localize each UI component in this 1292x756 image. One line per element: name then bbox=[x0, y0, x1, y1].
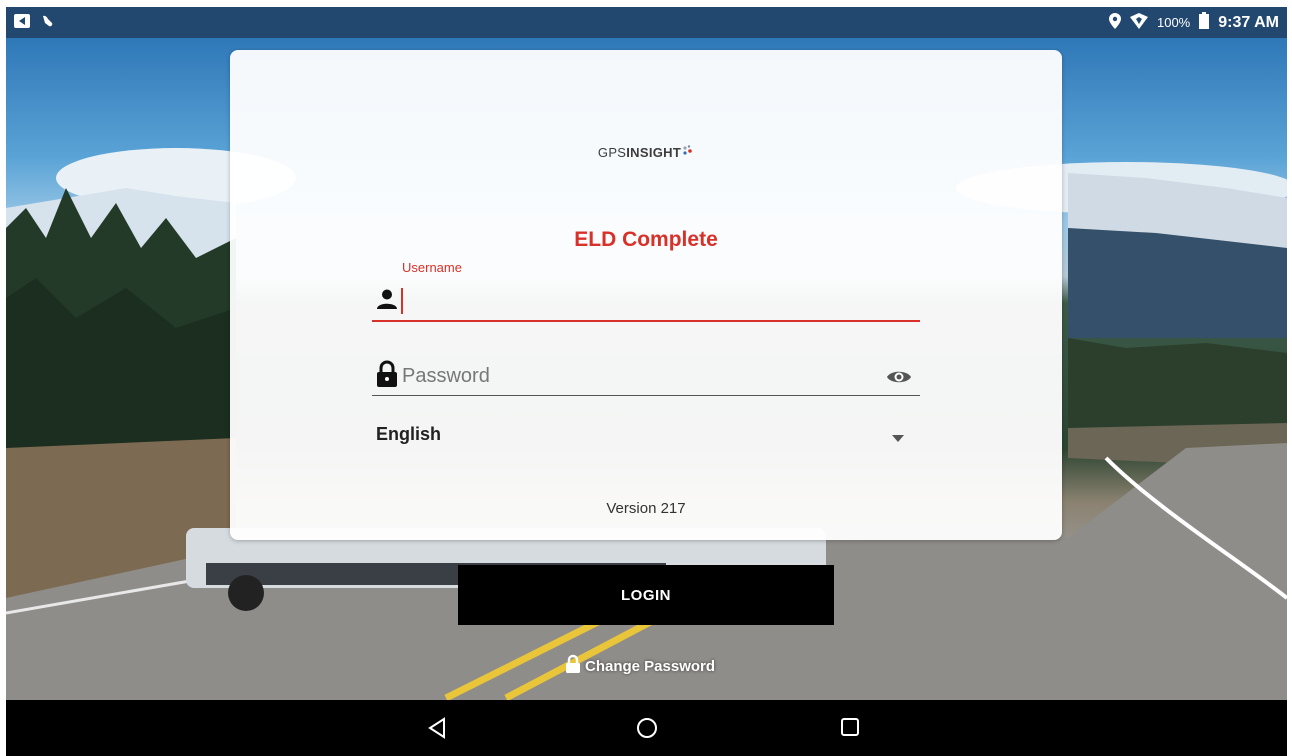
gps-insight-logo: GPSINSIGHT bbox=[230, 145, 1062, 160]
username-label: Username bbox=[402, 260, 462, 275]
person-icon bbox=[376, 288, 398, 315]
app-title: ELD Complete bbox=[574, 228, 718, 251]
login-button[interactable]: LOGIN bbox=[458, 565, 834, 625]
status-bar: 100% 9:37 AM bbox=[6, 7, 1287, 38]
logo-dots-icon bbox=[683, 145, 692, 155]
eye-icon[interactable] bbox=[886, 368, 912, 391]
logo-text-bold: INSIGHT bbox=[626, 145, 682, 160]
hand-icon bbox=[40, 14, 54, 33]
password-placeholder: Password bbox=[402, 365, 490, 387]
lock-icon bbox=[376, 360, 398, 393]
password-field[interactable]: Password bbox=[372, 358, 920, 396]
change-password-link[interactable]: Change Password bbox=[565, 654, 715, 678]
battery-icon bbox=[1199, 12, 1210, 33]
logo-text-light: GPS bbox=[597, 145, 627, 160]
lock-icon bbox=[565, 654, 581, 678]
notification-icon bbox=[14, 14, 30, 33]
username-field[interactable] bbox=[372, 282, 920, 322]
home-icon[interactable] bbox=[636, 717, 658, 744]
version-label: Version 217 bbox=[606, 500, 686, 517]
chevron-down-icon bbox=[892, 429, 904, 447]
change-password-label: Change Password bbox=[585, 657, 716, 675]
navigation-bar bbox=[6, 700, 1287, 756]
battery-percent: 100% bbox=[1156, 15, 1191, 30]
shield-icon bbox=[1129, 12, 1148, 33]
text-cursor bbox=[401, 288, 403, 314]
recents-icon[interactable] bbox=[840, 717, 860, 742]
clock: 9:37 AM bbox=[1218, 13, 1279, 31]
language-select[interactable]: English bbox=[372, 420, 920, 454]
location-icon bbox=[1108, 12, 1121, 33]
language-value: English bbox=[376, 424, 442, 444]
back-icon[interactable] bbox=[428, 717, 446, 744]
login-card: GPSINSIGHT ELD Complete Username Passwor… bbox=[230, 50, 1062, 540]
